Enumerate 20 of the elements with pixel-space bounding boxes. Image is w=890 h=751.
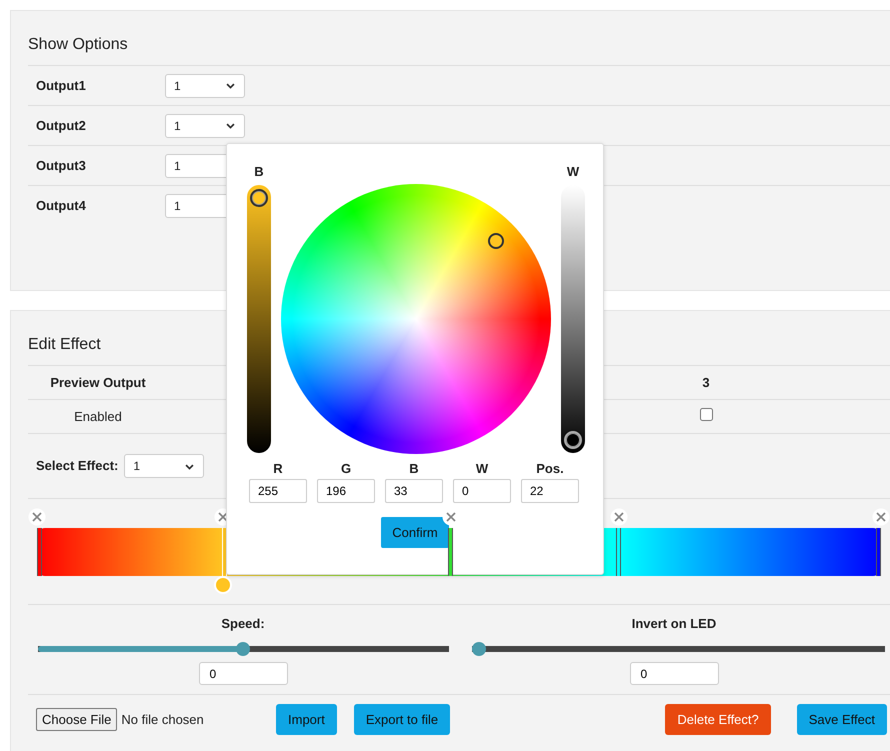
slider-label: B	[254, 163, 264, 181]
file-status: No file chosen	[121, 710, 204, 729]
slider-label: Speed:	[221, 615, 265, 633]
output-label: Output1	[35, 76, 87, 95]
slider-label: W	[566, 163, 580, 181]
section-title: Show Options	[28, 35, 129, 55]
row-label: Enabled	[73, 408, 123, 426]
field-label: B	[409, 460, 419, 475]
field-label: W	[476, 460, 488, 475]
field-label: R	[273, 460, 283, 475]
field-label: Pos.	[536, 460, 564, 475]
slider-label: Invert on LED	[632, 615, 716, 633]
output-label: Output3	[35, 156, 87, 175]
output-label: Output4	[35, 196, 87, 215]
field-label: G	[340, 460, 352, 475]
select-effect-label: Select Effect:	[36, 457, 118, 476]
output-label: Output2	[35, 116, 87, 135]
table-header: 3	[701, 374, 711, 392]
table-header: Preview Output	[49, 374, 147, 392]
section-title: Edit Effect	[28, 335, 102, 355]
